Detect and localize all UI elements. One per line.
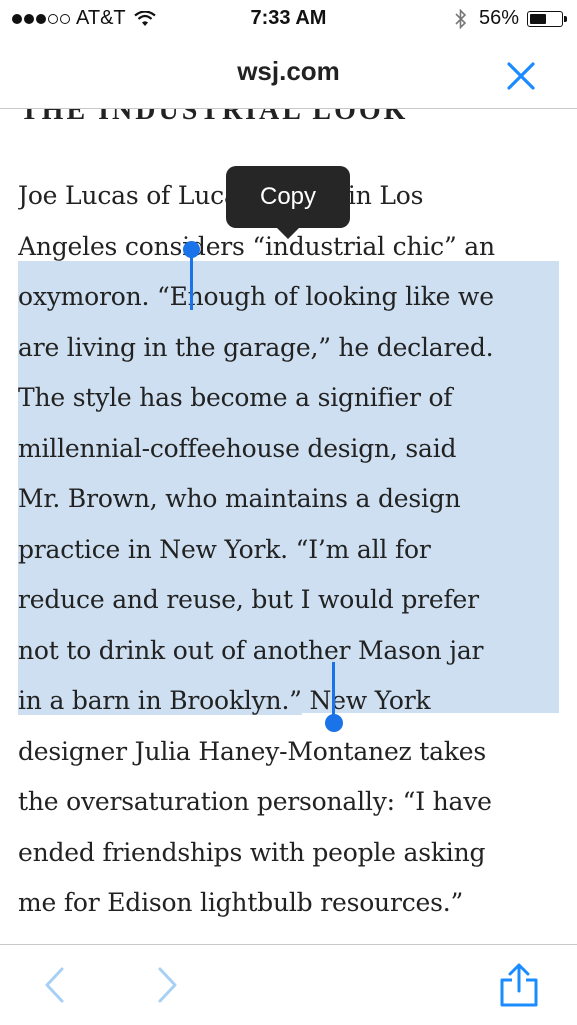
copy-popup-arrow [276,227,300,239]
text-segment: oxymoron. “ [18,282,170,311]
close-icon[interactable] [503,58,539,94]
text-line: ended friendships with people asking [18,837,486,867]
battery-icon [527,10,567,27]
bluetooth-icon [455,8,467,29]
section-heading: THE INDUSTRIAL LOOK [20,108,409,126]
selected-text-segment: Enough of looking like we [169,282,494,311]
battery-percent: 56% [478,7,519,29]
text-line: me for Edison lightbulb resources.” [18,888,464,917]
copy-button[interactable]: Copy [226,166,350,228]
selected-text-segment: in a barn in Brooklyn.” [18,686,302,715]
selected-text-line: reduce and reuse, but I would prefer [18,585,479,614]
page-url-title: wsj.com [237,56,340,86]
selected-text-line: Mr. Brown, who maintains a design [18,484,461,513]
selected-text-line: are living in the garage,” he declared. [18,332,494,362]
selected-text-line: The style has become a signifier of [18,383,453,412]
chevron-right-icon[interactable] [156,965,180,1005]
text-line: oxymoron. “Enough of looking like we [18,272,563,323]
selected-text-line: millennial-coffeehouse design, said [18,433,457,463]
text-line: in a barn in Brooklyn.” New York [18,676,563,727]
bottom-toolbar [0,944,577,1025]
selection-end-handle[interactable] [325,714,343,732]
selected-text-line: practice in New York. “I’m all for [18,534,431,564]
selection-start-caret[interactable] [190,250,193,310]
text-line: designer Julia Haney-Montanez takes [18,736,487,766]
nav-bar: wsj.com [0,40,577,109]
status-bar: AT&T 7:33 AM 56% [0,0,577,40]
chevron-left-icon[interactable] [42,965,66,1005]
selected-text-line: not to drink out of another Mason jar [18,635,484,665]
status-right: 56% [455,7,567,30]
share-icon[interactable] [498,963,540,1007]
article-paragraph[interactable]: Joe Lucas of Lucas Studio in Los Angeles… [18,171,563,929]
text-segment: New York [301,686,431,715]
text-line: the oversaturation personally: “I have [18,787,492,816]
